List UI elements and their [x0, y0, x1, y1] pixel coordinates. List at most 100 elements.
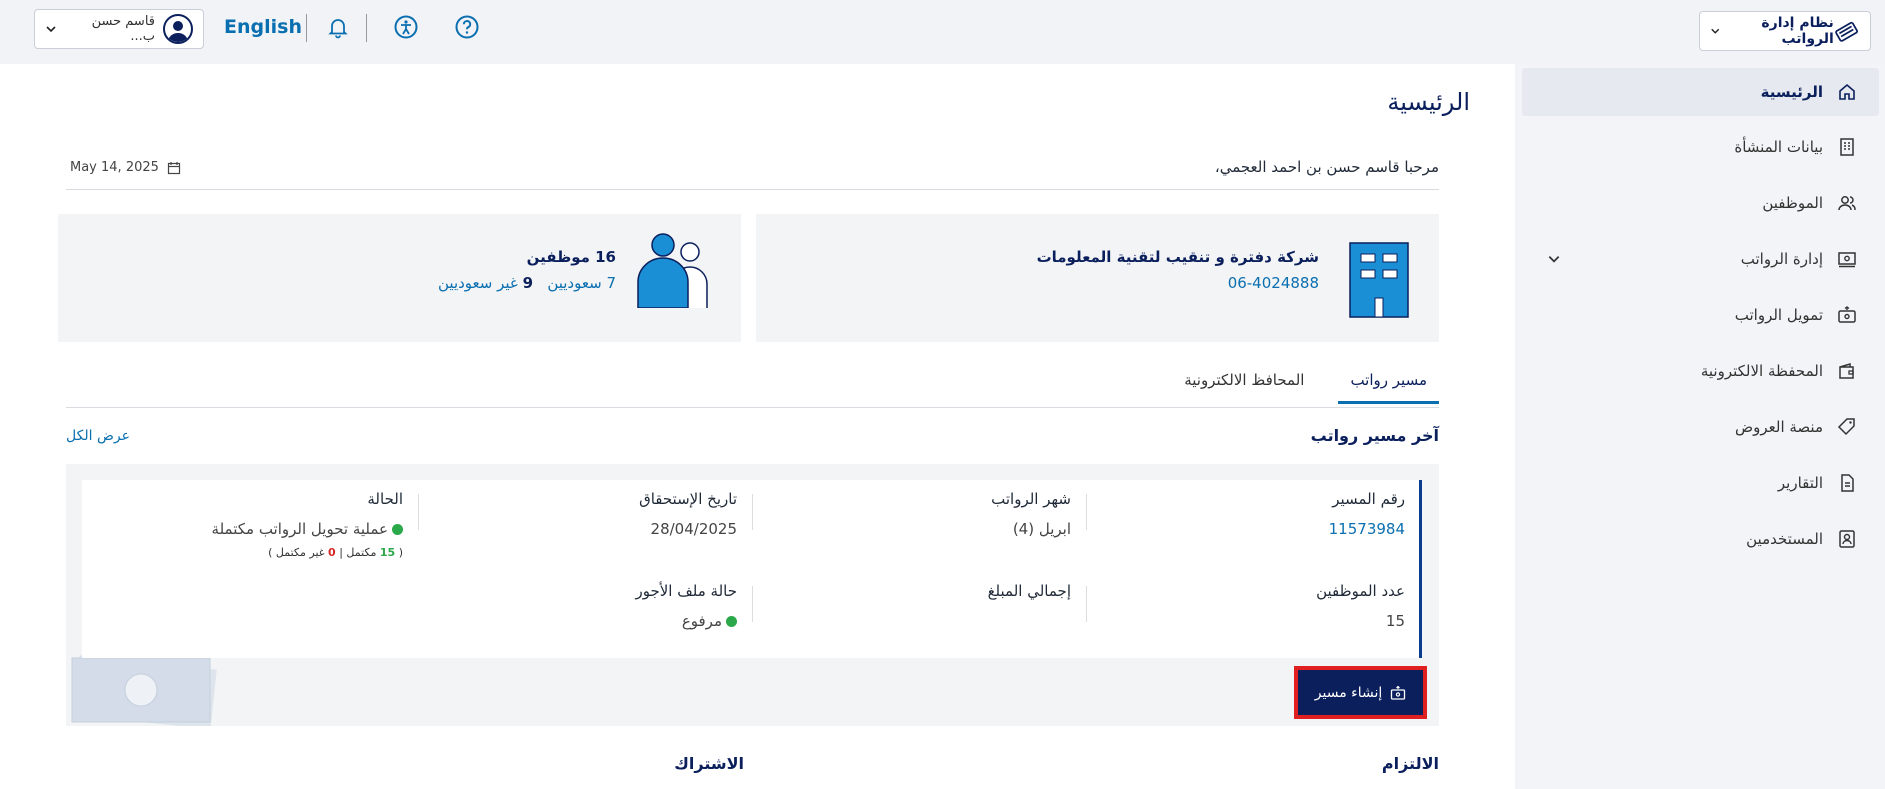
divider — [366, 14, 367, 42]
payroll-run-box: رقم المسير 11573984 شهر الرواتب ابريل (4… — [66, 464, 1439, 726]
help-icon[interactable] — [454, 14, 480, 40]
status-field: الحالة عملية تحويل الرواتب مكتملة ( 15 م… — [212, 490, 403, 559]
payroll-logo-icon — [1834, 21, 1858, 42]
company-card: شركة دفترة و تنقيب لتقنية المعلومات 06-4… — [756, 214, 1439, 342]
user-menu[interactable]: قاسم حسن ب... — [34, 9, 204, 49]
due-date-value: 28/04/2025 — [650, 520, 737, 538]
sidebar-item-label: تمويل الرواتب — [1734, 306, 1823, 324]
payroll-month-label: شهر الرواتب — [991, 490, 1071, 508]
employees-total: 16 موظفين — [526, 248, 616, 266]
sidebar-item-payroll-funding[interactable]: تمويل الرواتب — [1515, 291, 1885, 339]
current-date: May 14, 2025 — [70, 160, 181, 175]
complete-count: 15 — [379, 546, 396, 559]
run-number-value[interactable]: 11573984 — [1329, 520, 1405, 538]
avatar — [163, 14, 193, 44]
report-icon — [1841, 474, 1854, 492]
payroll-run-card[interactable]: رقم المسير 11573984 شهر الرواتب ابريل (4… — [82, 480, 1422, 658]
view-all-link[interactable]: عرض الكل — [66, 428, 130, 444]
accessibility-icon[interactable] — [393, 14, 419, 40]
tabs: مسير رواتب المحافظ الالكترونية — [1172, 371, 1439, 404]
wps-status-text: مرفوع — [681, 612, 722, 630]
chevron-down-icon — [46, 26, 56, 33]
due-date-field: تاريخ الإستحقاق 28/04/2025 — [639, 490, 737, 538]
divider — [752, 494, 753, 530]
complete-label: مكتمل — [346, 546, 377, 559]
sidebar-item-label: بيانات المنشأة — [1734, 138, 1823, 156]
tab-ewallets[interactable]: المحافظ الالكترونية — [1172, 371, 1316, 404]
incomplete-label: غير مكتمل — [275, 546, 325, 559]
create-run-highlight: إنشاء مسير — [1294, 666, 1427, 719]
divider — [752, 586, 753, 622]
divider — [1086, 586, 1087, 622]
building-icon — [1840, 138, 1854, 156]
payroll-month-value: ابريل (4) — [1012, 520, 1071, 538]
user-icon — [168, 21, 188, 42]
sidebar-item-ewallet[interactable]: المحفظة الالكترونية — [1515, 347, 1885, 395]
sidebar-item-home[interactable]: الرئيسية — [1522, 68, 1879, 116]
divider — [1086, 494, 1087, 530]
divider — [66, 189, 1439, 190]
payroll-icon — [1838, 252, 1856, 268]
sidebar-item-label: الموظفين — [1762, 194, 1823, 212]
total-amount-label: إجمالي المبلغ — [987, 582, 1071, 600]
system-selector[interactable]: نظام إدارة الرواتب — [1699, 11, 1871, 51]
wallet-icon — [1839, 362, 1854, 379]
sidebar-item-label: التقارير — [1777, 474, 1823, 492]
user-card-icon — [1839, 530, 1855, 548]
tab-payroll-runs[interactable]: مسير رواتب — [1338, 371, 1439, 404]
wps-status-dot-icon — [726, 616, 737, 627]
commitment-title: الالتزام — [1381, 754, 1439, 773]
welcome-message: مرحبا قاسم حسن بن احمد العجمي، — [1214, 158, 1439, 176]
employees-breakdown: 7 سعوديين 9 غير سعوديين — [438, 274, 616, 292]
employee-count-label: عدد الموظفين — [1316, 582, 1405, 600]
run-number-label: رقم المسير — [1332, 490, 1405, 508]
subscription-title: الاشتراك — [674, 754, 744, 773]
create-run-label: إنشاء مسير — [1314, 684, 1383, 701]
payroll-month-field: شهر الرواتب ابريل (4) — [991, 490, 1071, 538]
employees-card: 16 موظفين 7 سعوديين 9 غير سعوديين — [58, 214, 741, 342]
due-date-label: تاريخ الإستحقاق — [639, 490, 737, 508]
wallet-cash-icon — [1391, 685, 1406, 700]
employee-count-field: عدد الموظفين 15 — [1316, 582, 1405, 630]
language-switch[interactable]: English — [224, 16, 302, 38]
status-text: عملية تحويل الرواتب مكتملة — [211, 520, 388, 538]
status-label: الحالة — [367, 490, 403, 508]
sidebar-item-label: المحفظة الالكترونية — [1700, 362, 1823, 380]
chevron-down-icon — [1548, 256, 1560, 263]
create-run-button[interactable]: إنشاء مسير — [1298, 670, 1423, 715]
incomplete-count: 0 — [328, 546, 336, 559]
main-content: الرئيسية مرحبا قاسم حسن بن احمد العجمي، … — [0, 64, 1515, 789]
calendar-icon — [167, 161, 181, 174]
sidebar-item-offers[interactable]: منصة العروض — [1515, 403, 1885, 451]
company-name: شركة دفترة و تنقيب لتقنية المعلومات — [1036, 248, 1319, 266]
sidebar-item-payroll[interactable]: إدارة الرواتب — [1515, 235, 1885, 283]
sidebar-item-company[interactable]: بيانات المنشأة — [1515, 123, 1885, 171]
wps-status-label: حالة ملف الأجور — [635, 582, 737, 600]
run-number-field: رقم المسير 11573984 — [1329, 490, 1405, 538]
sidebar-item-employees[interactable]: الموظفين — [1515, 179, 1885, 227]
building-icon — [1349, 242, 1409, 318]
wps-status-field: حالة ملف الأجور مرفوع — [635, 582, 737, 630]
chevron-down-icon — [1711, 28, 1720, 34]
sidebar-item-label: منصة العروض — [1734, 418, 1823, 436]
employees-illustration-icon — [637, 233, 708, 308]
bell-icon[interactable] — [325, 14, 351, 40]
wps-status-value: مرفوع — [635, 612, 737, 630]
sidebar-item-reports[interactable]: التقارير — [1515, 459, 1885, 507]
status-value: عملية تحويل الرواتب مكتملة — [212, 520, 403, 538]
page-title: الرئيسية — [1387, 88, 1470, 116]
status-counts: ( 15 مكتمل | 0 غير مكتمل ) — [268, 546, 403, 559]
non-saudi-count: 9 — [522, 274, 533, 292]
saudi-count: 7 — [606, 274, 616, 292]
money-illustration-icon — [71, 655, 217, 726]
sidebar-item-label: إدارة الرواتب — [1740, 250, 1823, 268]
home-icon — [1839, 83, 1855, 100]
status-dot-icon — [392, 524, 403, 535]
sidebar: الرئيسية بيانات المنشأة الموظفين إدارة ا… — [1515, 64, 1885, 789]
sidebar-item-users[interactable]: المستخدمين — [1515, 515, 1885, 563]
section-title: آخر مسير رواتب — [1310, 426, 1439, 445]
divider — [66, 407, 1439, 408]
divider — [418, 494, 419, 530]
non-saudi-label: غير سعوديين — [438, 274, 518, 292]
divider — [306, 14, 307, 42]
